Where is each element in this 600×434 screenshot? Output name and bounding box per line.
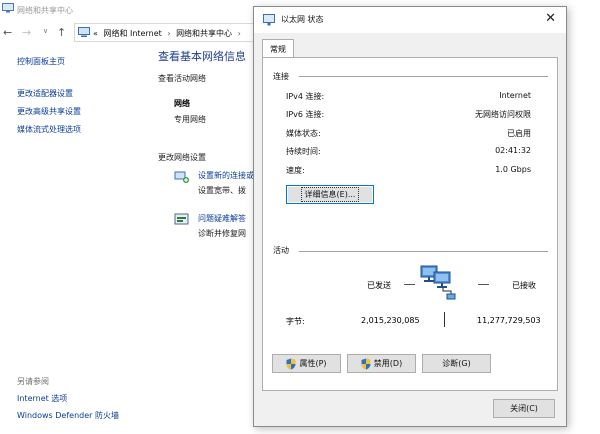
network-name: 网络 xyxy=(174,99,190,108)
network-activity-icon xyxy=(420,265,456,300)
ipv6-value: 无网络访问权限 xyxy=(475,110,531,119)
bytes-label: 字节: xyxy=(286,317,305,326)
network-type: 专用网络 xyxy=(174,115,206,124)
back-arrow-icon[interactable]: ← xyxy=(3,27,12,38)
background-window-title: 网络和共享中心 xyxy=(17,6,73,15)
activity-group-divider xyxy=(299,251,548,252)
dialog-title: 以太网 状态 xyxy=(281,15,324,24)
connection-group-divider xyxy=(299,76,548,77)
ethernet-status-dialog: 以太网 状态 ✕ 常规 连接 IPv4 连接: Internet IPv6 连接… xyxy=(253,6,567,427)
activity-group-label: 活动 xyxy=(273,246,289,255)
diagnose-button[interactable]: 诊断(G) xyxy=(422,354,491,373)
bytes-divider xyxy=(444,312,445,327)
up-arrow-icon[interactable]: ↑ xyxy=(57,27,66,38)
breadcrumb-overflow[interactable]: « xyxy=(93,29,98,38)
setup-new-connection-link[interactable]: 设置新的连接或 xyxy=(198,170,254,181)
breadcrumb-item-sharing-center[interactable]: 网络和共享中心 xyxy=(176,29,232,38)
active-networks-heading: 查看活动网络 xyxy=(158,74,206,83)
properties-button[interactable]: 属性(P) xyxy=(272,354,341,373)
close-icon[interactable]: ✕ xyxy=(545,12,556,25)
troubleshoot-link[interactable]: 问题疑难解答 xyxy=(198,213,246,224)
received-label: 已接收 xyxy=(512,281,536,290)
ipv4-label: IPv4 连接: xyxy=(286,92,325,101)
address-bar[interactable]: « 网络和 Internet › 网络和共享中心 › xyxy=(74,23,258,42)
ipv6-label: IPv6 连接: xyxy=(286,110,325,119)
details-button-label: 详细信息(E)... xyxy=(300,187,360,202)
speed-label: 速度: xyxy=(286,166,305,175)
diagnose-button-label: 诊断(G) xyxy=(442,359,471,368)
sidebar-media-streaming[interactable]: 媒体流式处理选项 xyxy=(17,124,81,142)
troubleshoot-icon xyxy=(174,213,189,225)
see-also: 另请参阅 Internet 选项 Windows Defender 防火墙 xyxy=(17,376,119,427)
ethernet-icon xyxy=(263,14,275,26)
close-button[interactable]: 关闭(C) xyxy=(493,399,555,418)
control-panel-icon xyxy=(78,27,90,37)
see-also-internet-options[interactable]: Internet 选项 xyxy=(17,393,119,410)
ipv4-value: Internet xyxy=(499,91,531,100)
sent-dash xyxy=(404,284,415,285)
breadcrumb-separator-icon: › xyxy=(237,29,241,38)
shield-icon xyxy=(361,358,371,369)
sidebar-change-adapter-settings[interactable]: 更改适配器设置 xyxy=(17,88,81,106)
recent-locations-chevron-icon[interactable]: ∨ xyxy=(43,26,48,37)
connection-group-label: 连接 xyxy=(273,72,289,81)
tab-strip: 常规 xyxy=(262,39,558,58)
troubleshoot-desc: 诊断并修复网 xyxy=(198,229,246,238)
breadcrumb: « 网络和 Internet › 网络和共享中心 › xyxy=(93,28,244,39)
sent-label: 已发送 xyxy=(367,281,391,290)
forward-arrow-icon[interactable]: → xyxy=(22,27,31,38)
bytes-sent-value: 2,015,230,085 xyxy=(361,316,420,325)
breadcrumb-item-network-internet[interactable]: 网络和 Internet xyxy=(100,29,161,38)
sidebar: 控制面板主页 更改适配器设置 更改高级共享设置 媒体流式处理选项 xyxy=(17,56,81,142)
dialog-titlebar: 以太网 状态 ✕ xyxy=(254,7,566,33)
media-state-value: 已启用 xyxy=(507,129,531,138)
disable-button-label: 禁用(D) xyxy=(373,359,403,368)
network-center-icon xyxy=(2,3,14,13)
general-tab-panel: 连接 IPv4 连接: Internet IPv6 连接: 无网络访问权限 媒体… xyxy=(262,57,558,391)
see-also-header: 另请参阅 xyxy=(17,377,49,386)
setup-new-connection-desc: 设置宽带、拨 xyxy=(198,186,246,195)
change-settings-heading: 更改网络设置 xyxy=(158,153,206,162)
breadcrumb-separator-icon: › xyxy=(167,29,171,38)
shield-icon xyxy=(286,358,296,369)
duration-label: 持续时间: xyxy=(286,147,321,156)
bytes-received-value: 11,277,729,503 xyxy=(477,316,541,325)
new-connection-icon xyxy=(174,171,189,183)
see-also-defender-firewall[interactable]: Windows Defender 防火墙 xyxy=(17,410,119,427)
page-title: 查看基本网络信息 xyxy=(158,50,246,63)
details-button[interactable]: 详细信息(E)... xyxy=(286,185,374,204)
sidebar-change-advanced-sharing[interactable]: 更改高级共享设置 xyxy=(17,106,81,124)
media-state-label: 媒体状态: xyxy=(286,129,321,138)
properties-button-label: 属性(P) xyxy=(299,359,327,368)
disable-button[interactable]: 禁用(D) xyxy=(347,354,416,373)
tab-general[interactable]: 常规 xyxy=(262,39,294,58)
sidebar-control-panel-home[interactable]: 控制面板主页 xyxy=(17,56,81,74)
duration-value: 02:41:32 xyxy=(495,146,531,155)
speed-value: 1.0 Gbps xyxy=(495,165,531,174)
close-button-label: 关闭(C) xyxy=(510,404,538,413)
received-dash xyxy=(478,284,489,285)
